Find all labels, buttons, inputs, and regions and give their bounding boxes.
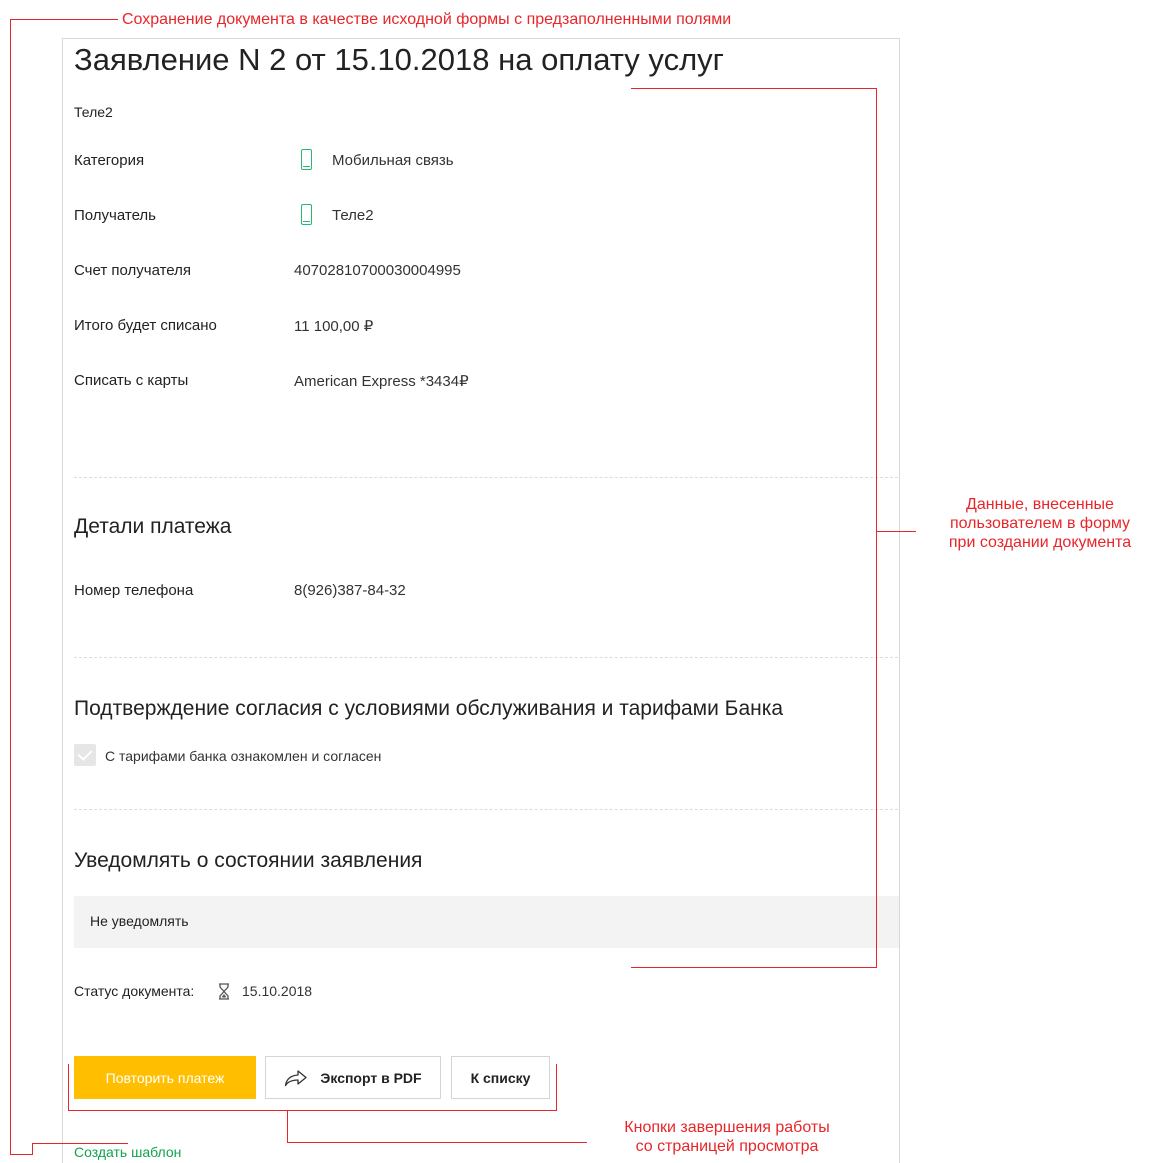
back-to-list-button[interactable]: К списку	[451, 1056, 550, 1099]
status-date: 15.10.2018	[242, 983, 313, 999]
annotation-line	[631, 88, 877, 89]
field-value-account: 40702810700030004995	[294, 262, 461, 279]
mobile-phone-icon	[301, 204, 312, 225]
annotation-line	[876, 531, 916, 532]
annotation-line	[10, 19, 11, 1155]
consent-checkbox[interactable]	[74, 744, 96, 766]
annotation-line	[556, 1064, 557, 1111]
annotation-bottom: Кнопки завершения работы со страницей пр…	[594, 1118, 860, 1156]
field-label-card: Списать с карты	[74, 372, 189, 389]
annotation-line	[10, 1154, 32, 1155]
section-divider	[74, 657, 898, 658]
repeat-payment-button-label: Повторить платеж	[105, 1069, 225, 1086]
share-arrow-icon	[285, 1069, 308, 1086]
status-label: Статус документа:	[74, 983, 195, 999]
annotation-top: Сохранение документа в качестве исходной…	[122, 11, 732, 28]
field-label-recipient: Получатель	[74, 207, 156, 224]
mobile-phone-icon	[301, 149, 312, 170]
consent-checkbox-label: С тарифами банка ознакомлен и согласен	[105, 748, 382, 764]
section-title-consent: Подтверждение согласия с условиями обслу…	[74, 697, 784, 720]
notify-select[interactable]: Не уведомлять	[74, 896, 899, 948]
annotation-line	[68, 1110, 557, 1111]
annotation-bottom-line-1: Кнопки завершения работы	[624, 1119, 830, 1136]
section-divider	[74, 477, 898, 478]
annotation-line	[287, 1110, 288, 1143]
annotation-line	[287, 1142, 587, 1143]
annotation-right-line-2: пользователем в форму	[949, 515, 1131, 532]
annotation-bottom-line-2: со страницей просмотра	[635, 1138, 819, 1155]
annotation-line	[68, 1064, 69, 1111]
field-value-total: 11 100,00 ₽	[294, 318, 374, 335]
field-value-phone: 8(926)387-84-32	[294, 582, 406, 599]
field-label-total: Итого будет списано	[74, 317, 217, 334]
annotation-line	[10, 19, 118, 20]
annotation-line	[32, 1143, 128, 1144]
back-to-list-button-label: К списку	[470, 1069, 531, 1086]
field-label-account: Счет получателя	[74, 262, 191, 279]
annotation-line	[631, 967, 877, 968]
provider-name: Теле2	[74, 104, 113, 120]
export-pdf-button-label: Экспорт в PDF	[320, 1069, 422, 1086]
field-value-category: Мобильная связь	[332, 152, 454, 169]
field-value-card: American Express *3434₽	[294, 373, 469, 390]
section-divider	[74, 809, 898, 810]
field-label-category: Категория	[74, 152, 145, 169]
annotation-line	[32, 1143, 33, 1155]
annotation-right-line-3: при создании документа	[948, 534, 1132, 551]
page-title: Заявление N 2 от 15.10.2018 на оплату ус…	[74, 42, 724, 77]
annotation-right-line-1: Данные, внесенные	[966, 496, 1114, 513]
section-title-notify: Уведомлять о состоянии заявления	[74, 849, 423, 872]
notify-select-value: Не уведомлять	[90, 913, 189, 929]
annotation-right: Данные, внесенные пользователем в форму …	[918, 495, 1162, 552]
field-label-phone: Номер телефона	[74, 582, 194, 599]
export-pdf-button[interactable]: Экспорт в PDF	[265, 1056, 441, 1099]
annotation-line	[876, 88, 877, 968]
create-template-link[interactable]: Создать шаблон	[74, 1144, 181, 1160]
hourglass-icon	[219, 983, 229, 1000]
field-value-recipient: Теле2	[332, 207, 374, 224]
repeat-payment-button[interactable]: Повторить платеж	[74, 1056, 256, 1099]
section-title-payment-details: Детали платежа	[74, 515, 232, 538]
